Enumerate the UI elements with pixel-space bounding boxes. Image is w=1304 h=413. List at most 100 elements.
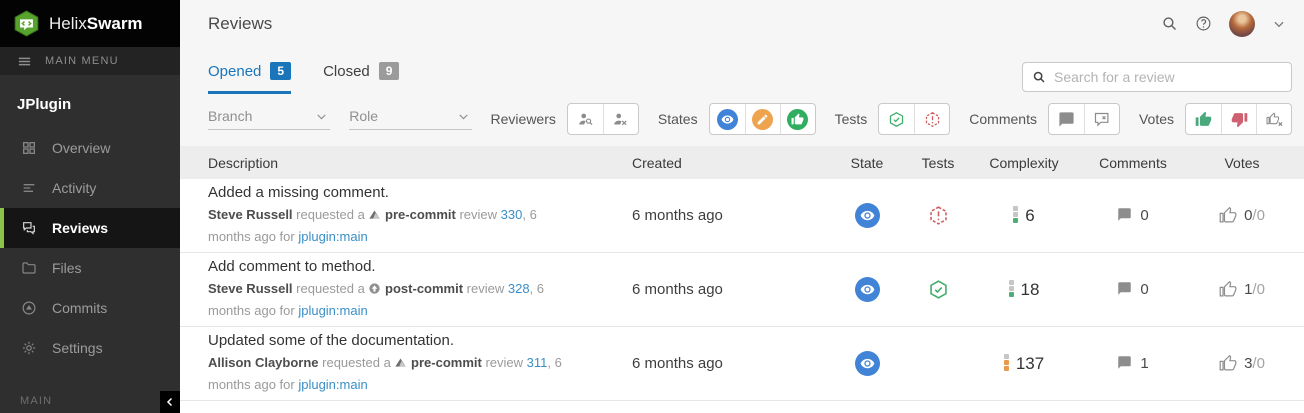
comment-bubble-icon [1117, 281, 1132, 298]
comment-dismissed-icon [1093, 111, 1110, 128]
top-header: Reviews [180, 0, 1304, 47]
main-content: Reviews Opened 5 Closed 9 Branch Role Reviewe… [180, 0, 1304, 413]
filter-label: Reviewers [491, 111, 556, 127]
comment-bubble-icon [1117, 207, 1132, 224]
tab-count-badge: 5 [270, 62, 291, 80]
state-cell [832, 203, 902, 228]
sidebar-collapse-button[interactable] [160, 391, 180, 413]
review-author: Steve Russell [208, 281, 293, 296]
comment-filled-filter-button[interactable] [1049, 104, 1084, 134]
sidebar: HelixSwarm MAIN MENU JPlugin OverviewAct… [0, 0, 180, 413]
search-icon[interactable] [1161, 15, 1178, 32]
filter-group-reviewers: Reviewers [491, 103, 639, 135]
sidebar-item-activity[interactable]: Activity [0, 168, 180, 208]
tests-fail-filter-button[interactable] [914, 104, 949, 134]
role-select[interactable]: Role [349, 108, 471, 130]
review-title[interactable]: Updated some of the documentation. [208, 332, 622, 349]
votes-cell: 0/0 [1192, 207, 1292, 224]
sidebar-item-settings[interactable]: Settings [0, 328, 180, 368]
comment-dismissed-filter-button[interactable] [1084, 104, 1119, 134]
state-needs-review-icon [855, 203, 880, 228]
commits-icon [21, 300, 38, 316]
votes-up: 3 [1244, 355, 1252, 372]
review-id-link[interactable]: 328 [508, 281, 530, 296]
comments-count: 0 [1140, 281, 1148, 298]
table-row[interactable]: Updated some of the documentation.Alliso… [180, 327, 1304, 401]
header-icons [1161, 11, 1286, 37]
sidebar-item-overview[interactable]: Overview [0, 128, 180, 168]
commit-icon [368, 281, 381, 301]
state-needs-review-filter-button[interactable] [710, 104, 745, 134]
branch-link[interactable]: jplugin:main [298, 377, 367, 392]
user-x-icon [612, 111, 629, 128]
commit-type: pre-commit [407, 355, 481, 370]
vote-up-filter-button[interactable] [1186, 104, 1221, 134]
branch-link[interactable]: jplugin:main [298, 229, 367, 244]
tab-closed[interactable]: Closed 9 [323, 62, 399, 94]
vote-down-icon [1231, 111, 1248, 128]
state-needs-revision-filter-button[interactable] [745, 104, 780, 134]
user-search-filter-button[interactable] [568, 104, 603, 134]
main-menu-label: MAIN MENU [45, 55, 119, 67]
table-body: Added a missing comment. Steve Russell re… [180, 179, 1304, 401]
comment-bubble-icon [1117, 355, 1132, 372]
sidebar-item-files[interactable]: Files [0, 248, 180, 288]
search-icon [1032, 70, 1046, 84]
help-icon[interactable] [1195, 15, 1212, 32]
filter-label: Tests [835, 111, 868, 127]
review-id-link[interactable]: 311 [527, 355, 548, 370]
tab-opened[interactable]: Opened 5 [208, 62, 291, 94]
tests-pass-icon [928, 279, 949, 300]
tab-label: Closed [323, 63, 370, 80]
filter-label: States [658, 111, 698, 127]
state-approved-icon [787, 109, 808, 130]
column-header-comments: Comments [1074, 155, 1192, 171]
review-title[interactable]: Added a missing comment. [208, 184, 622, 201]
tabs: Opened 5 Closed 9 [208, 62, 399, 94]
table-row[interactable]: Add comment to method. Steve Russell requ… [180, 253, 1304, 327]
branch-link[interactable]: jplugin:main [298, 303, 367, 318]
comments-cell: 1 [1074, 355, 1192, 372]
column-header-state: State [832, 155, 902, 171]
column-header-description: Description [208, 155, 632, 171]
filter-bar: BranchRoleReviewersStatesTestsCommentsVo… [180, 94, 1304, 146]
review-byline: Steve Russell requested a post-commit re… [208, 279, 580, 321]
state-approved-filter-button[interactable] [780, 104, 815, 134]
state-needs-review-icon [717, 109, 738, 130]
chevron-down-icon[interactable] [1272, 17, 1286, 31]
vote-down-filter-button[interactable] [1221, 104, 1256, 134]
column-header-complexity: Complexity [974, 155, 1074, 171]
sidebar-item-label: Reviews [52, 220, 108, 236]
state-needs-review-icon [855, 351, 880, 376]
button-group [878, 103, 950, 135]
vote-cleared-filter-button[interactable] [1256, 104, 1291, 134]
complexity-bar-icon [1013, 206, 1018, 226]
tests-fail-icon [924, 111, 941, 128]
votes-cell: 3/0 [1192, 355, 1292, 372]
complexity-bar-icon [1004, 354, 1009, 374]
tests-pass-filter-button[interactable] [879, 104, 914, 134]
table-row[interactable]: Added a missing comment.Steve Russell re… [180, 179, 1304, 253]
vote-up-icon [1195, 111, 1212, 128]
sidebar-item-reviews[interactable]: Reviews [0, 208, 180, 248]
sidebar-item-commits[interactable]: Commits [0, 288, 180, 328]
review-id-link[interactable]: 330 [501, 207, 523, 222]
complexity-value: 137 [1016, 354, 1044, 374]
commit-type: post-commit [381, 281, 463, 296]
avatar[interactable] [1229, 11, 1255, 37]
main-menu-toggle[interactable]: MAIN MENU [0, 47, 180, 75]
user-x-filter-button[interactable] [603, 104, 638, 134]
tab-count-badge: 9 [379, 62, 400, 80]
sidebar-footer-label: MAIN [20, 395, 52, 413]
review-search[interactable] [1022, 62, 1292, 92]
search-input[interactable] [1054, 69, 1282, 85]
review-author: Steve Russell [208, 207, 293, 222]
filter-group-comments: Comments [969, 103, 1120, 135]
branch-select[interactable]: Branch [208, 108, 330, 130]
app-logo[interactable]: HelixSwarm [0, 0, 180, 47]
review-title[interactable]: Add comment to method. [208, 258, 622, 275]
tab-label: Opened [208, 63, 261, 80]
grid-icon [21, 140, 38, 156]
state-cell [832, 351, 902, 376]
sidebar-item-label: Settings [52, 340, 103, 356]
